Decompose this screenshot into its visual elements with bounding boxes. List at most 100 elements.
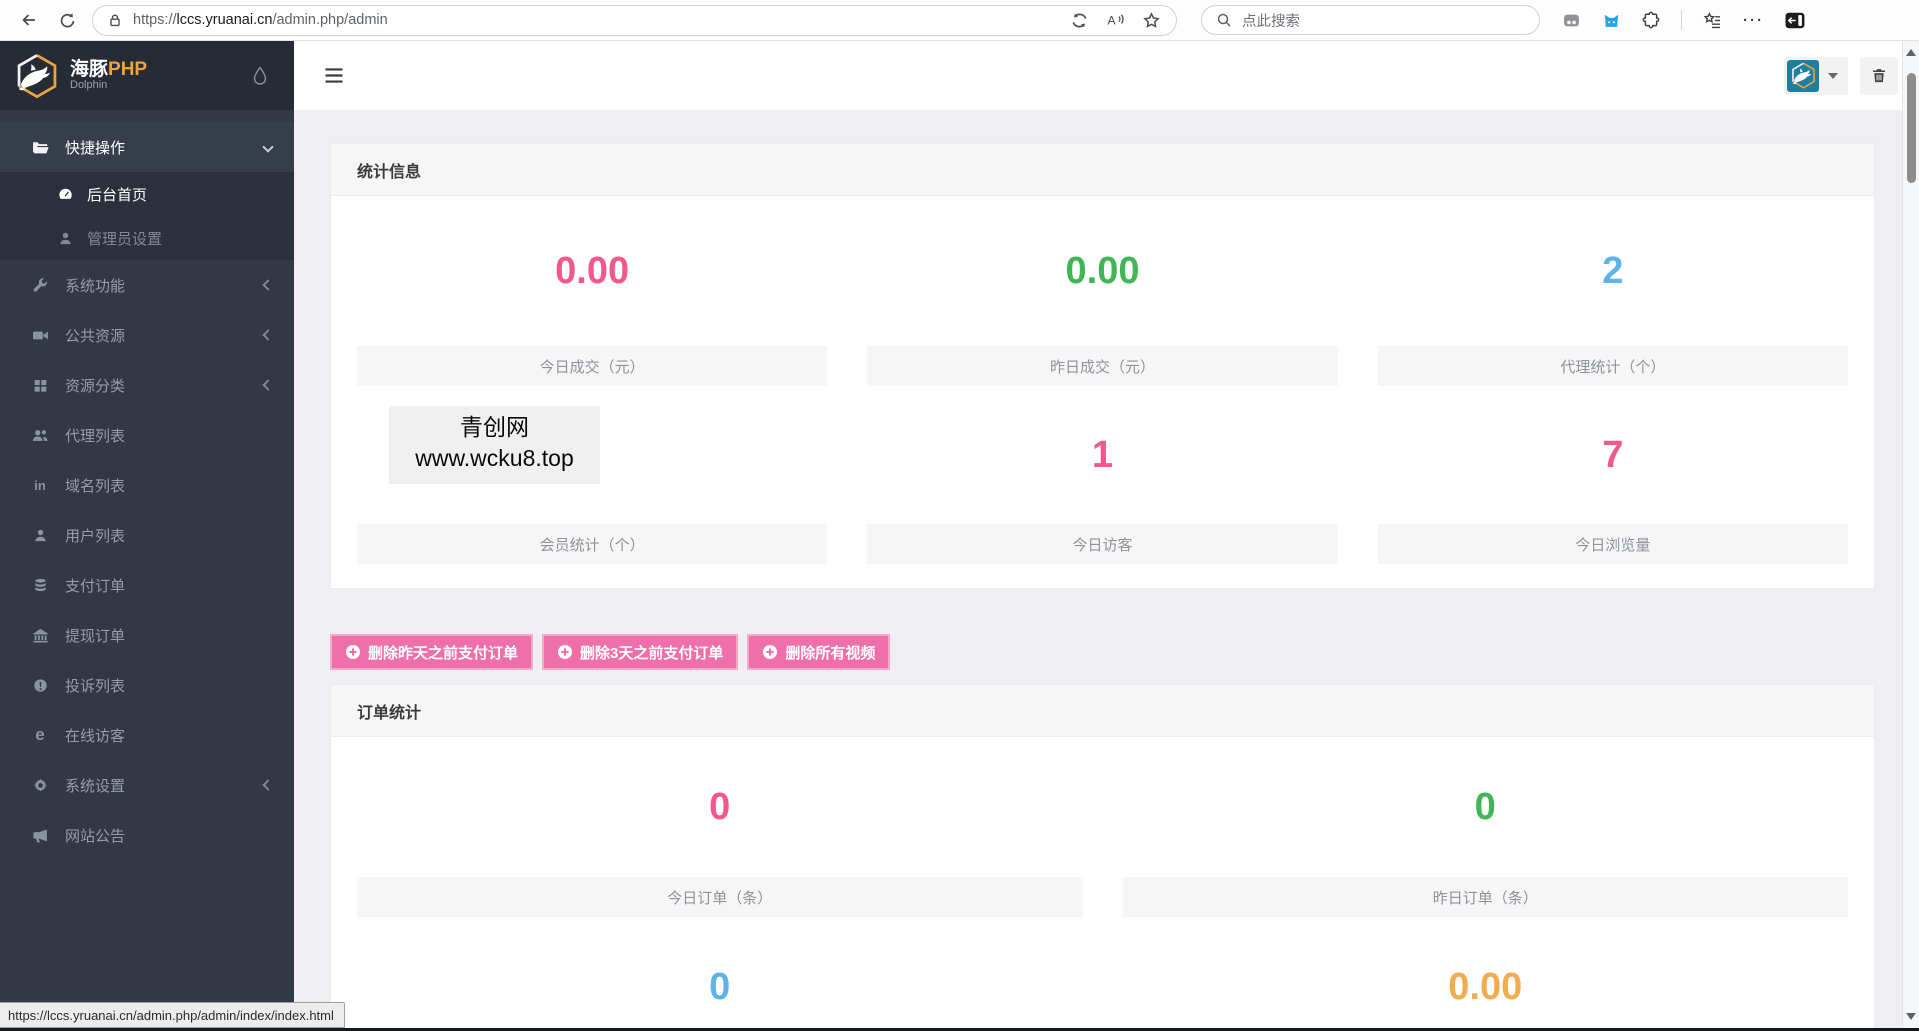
toolbar-divider: [1681, 10, 1682, 30]
sidebar-item-system-settings[interactable]: 系统设置: [0, 760, 294, 810]
trash-button[interactable]: [1860, 56, 1898, 95]
wrench-icon: [30, 277, 50, 294]
database-icon: [30, 577, 50, 593]
cat-extension-icon[interactable]: [1602, 12, 1621, 29]
stat-value: 0.00: [1065, 249, 1140, 292]
plus-circle-icon: [762, 644, 778, 660]
delete-pay-orders-before-yesterday-button[interactable]: 删除昨天之前支付订单: [330, 634, 534, 670]
order-card-title: 订单统计: [331, 685, 1874, 737]
sidebar-item-online-visitors[interactable]: e 在线访客: [0, 710, 294, 760]
stat-label: 今日订单（条）: [357, 877, 1083, 917]
sidebar-item-agent-list[interactable]: 代理列表: [0, 410, 294, 460]
stat-cell: 0.00 今日成交（元）: [357, 196, 828, 386]
folder-open-icon: [30, 139, 50, 156]
scroll-thumb[interactable]: [1907, 73, 1916, 183]
user-icon: [30, 528, 50, 543]
favorite-star-icon[interactable]: [1143, 11, 1160, 29]
sidebar-item-label: 域名列表: [65, 477, 126, 495]
stats-card-title: 统计信息: [331, 144, 1874, 196]
bank-icon: [30, 627, 50, 644]
chevron-left-icon: [262, 779, 274, 791]
stat-cell: 2 代理统计（个）: [1377, 196, 1848, 386]
stat-value: 2: [1602, 249, 1624, 292]
sidebar-subitem-admin-settings[interactable]: 管理员设置: [0, 216, 294, 260]
scrollbar[interactable]: [1902, 41, 1919, 1028]
sidebar-subitem-label: 管理员设置: [87, 230, 163, 248]
sidebar-item-resource-categories[interactable]: 资源分类: [0, 360, 294, 410]
sidebar-item-complaint-list[interactable]: 投诉列表: [0, 660, 294, 710]
collections-icon[interactable]: [1703, 11, 1722, 29]
submenu-quick-actions: 后台首页 管理员设置: [0, 172, 294, 260]
sidebar-item-withdrawal-orders[interactable]: 提现订单: [0, 610, 294, 660]
sidebar-item-quick-actions[interactable]: 快捷操作: [0, 122, 294, 172]
extensions-puzzle-icon[interactable]: [1642, 11, 1660, 29]
back-button[interactable]: [10, 4, 48, 36]
sidebar-item-user-list[interactable]: 用户列表: [0, 510, 294, 560]
sidebar-item-payment-orders[interactable]: 支付订单: [0, 560, 294, 610]
water-drop-icon[interactable]: [252, 66, 268, 85]
sidebar-item-label: 用户列表: [65, 527, 126, 545]
brand-subtitle: Dolphin: [70, 78, 108, 91]
scroll-up-icon[interactable]: [1906, 49, 1916, 56]
sidebar-item-system-functions[interactable]: 系统功能: [0, 260, 294, 310]
delete-pay-orders-before-3-days-button[interactable]: 删除3天之前支付订单: [542, 634, 739, 670]
refresh-button[interactable]: [48, 4, 86, 36]
browser-toolbar: https://lccs.yruanai.cn/admin.php/admin …: [0, 0, 1919, 41]
user-menu-button[interactable]: [1784, 56, 1848, 95]
stat-row: 0.00 今日成交（元） 0.00 昨日成交（元） 2 代理统计（个）: [357, 196, 1848, 386]
sidebar: 海豚PHP Dolphin 快捷操作后台首页管理员设置系统功能公共资源 资源分类代…: [0, 41, 294, 1029]
megaphone-icon: [30, 827, 50, 844]
sidebar-item-site-announcement[interactable]: 网站公告: [0, 810, 294, 860]
dolphin-logo-icon: [14, 53, 60, 99]
sidebar-item-label: 系统设置: [65, 777, 126, 795]
brand: 海豚PHP Dolphin: [0, 41, 294, 110]
stat-cell: 0.00 昨日成交（元）: [867, 196, 1338, 386]
users-icon: [30, 427, 50, 444]
stat-value: 7: [1602, 433, 1624, 476]
sidebar-item-label: 提现订单: [65, 627, 126, 645]
sidebar-item-public-resources[interactable]: 公共资源: [0, 310, 294, 360]
chevron-left-icon: [262, 329, 274, 341]
translate-icon[interactable]: [1071, 12, 1088, 29]
scroll-down-icon[interactable]: [1906, 1013, 1916, 1020]
stat-value: 0: [709, 965, 731, 1008]
workspaces-icon[interactable]: [1562, 12, 1581, 29]
sidebar-item-label: 系统功能: [65, 277, 126, 295]
lock-icon[interactable]: [107, 12, 123, 28]
stat-value: 0.00: [555, 249, 630, 292]
sidebar-item-label: 网站公告: [65, 827, 126, 845]
copilot-sidebar-icon[interactable]: [1785, 12, 1805, 29]
sidebar-item-label: 在线访客: [65, 727, 126, 745]
action-button-label: 删除昨天之前支付订单: [368, 644, 519, 662]
stat-label: 昨日订单（条）: [1122, 877, 1848, 917]
sidebar-item-label: 快捷操作: [65, 139, 126, 157]
page-content: 统计信息 0.00 今日成交（元） 0.00 昨日成交（元） 2 代理统计（个） 会员统计（…: [294, 110, 1919, 1029]
chevron-left-icon: [262, 379, 274, 391]
stat-label: 代理统计（个）: [1377, 346, 1848, 386]
stat-label: 会员统计（个）: [357, 524, 828, 564]
delete-all-videos-button[interactable]: 删除所有视频: [747, 634, 891, 670]
dashboard-icon: [56, 186, 74, 203]
stat-value: 0: [1474, 785, 1496, 828]
sidebar-item-label: 投诉列表: [65, 677, 126, 695]
search-input[interactable]: 点此搜索: [1201, 5, 1540, 35]
more-menu-icon[interactable]: ···: [1743, 12, 1764, 29]
chevron-down-icon: [262, 141, 274, 153]
read-aloud-icon[interactable]: A: [1106, 12, 1125, 28]
stat-row: 0 0.00: [357, 917, 1848, 1029]
stat-cell: 0 今日订单（条）: [357, 737, 1083, 917]
grid-icon: [30, 378, 50, 393]
topbar: [294, 41, 1919, 110]
sidebar-item-domain-list[interactable]: in 域名列表: [0, 460, 294, 510]
sidebar-subitem-admin-home[interactable]: 后台首页: [0, 172, 294, 216]
svg-text:A: A: [1108, 14, 1116, 28]
stat-cell: 0.00: [1123, 917, 1849, 1029]
stat-label: 今日访客: [867, 524, 1338, 564]
address-bar[interactable]: https://lccs.yruanai.cn/admin.php/admin …: [92, 4, 1177, 36]
user-icon: [56, 231, 74, 246]
gear-icon: [30, 778, 50, 793]
sidebar-subitem-label: 后台首页: [87, 186, 148, 204]
avatar: [1787, 59, 1819, 92]
caret-down-icon: [1828, 72, 1838, 79]
hamburger-menu-icon[interactable]: [324, 67, 344, 84]
